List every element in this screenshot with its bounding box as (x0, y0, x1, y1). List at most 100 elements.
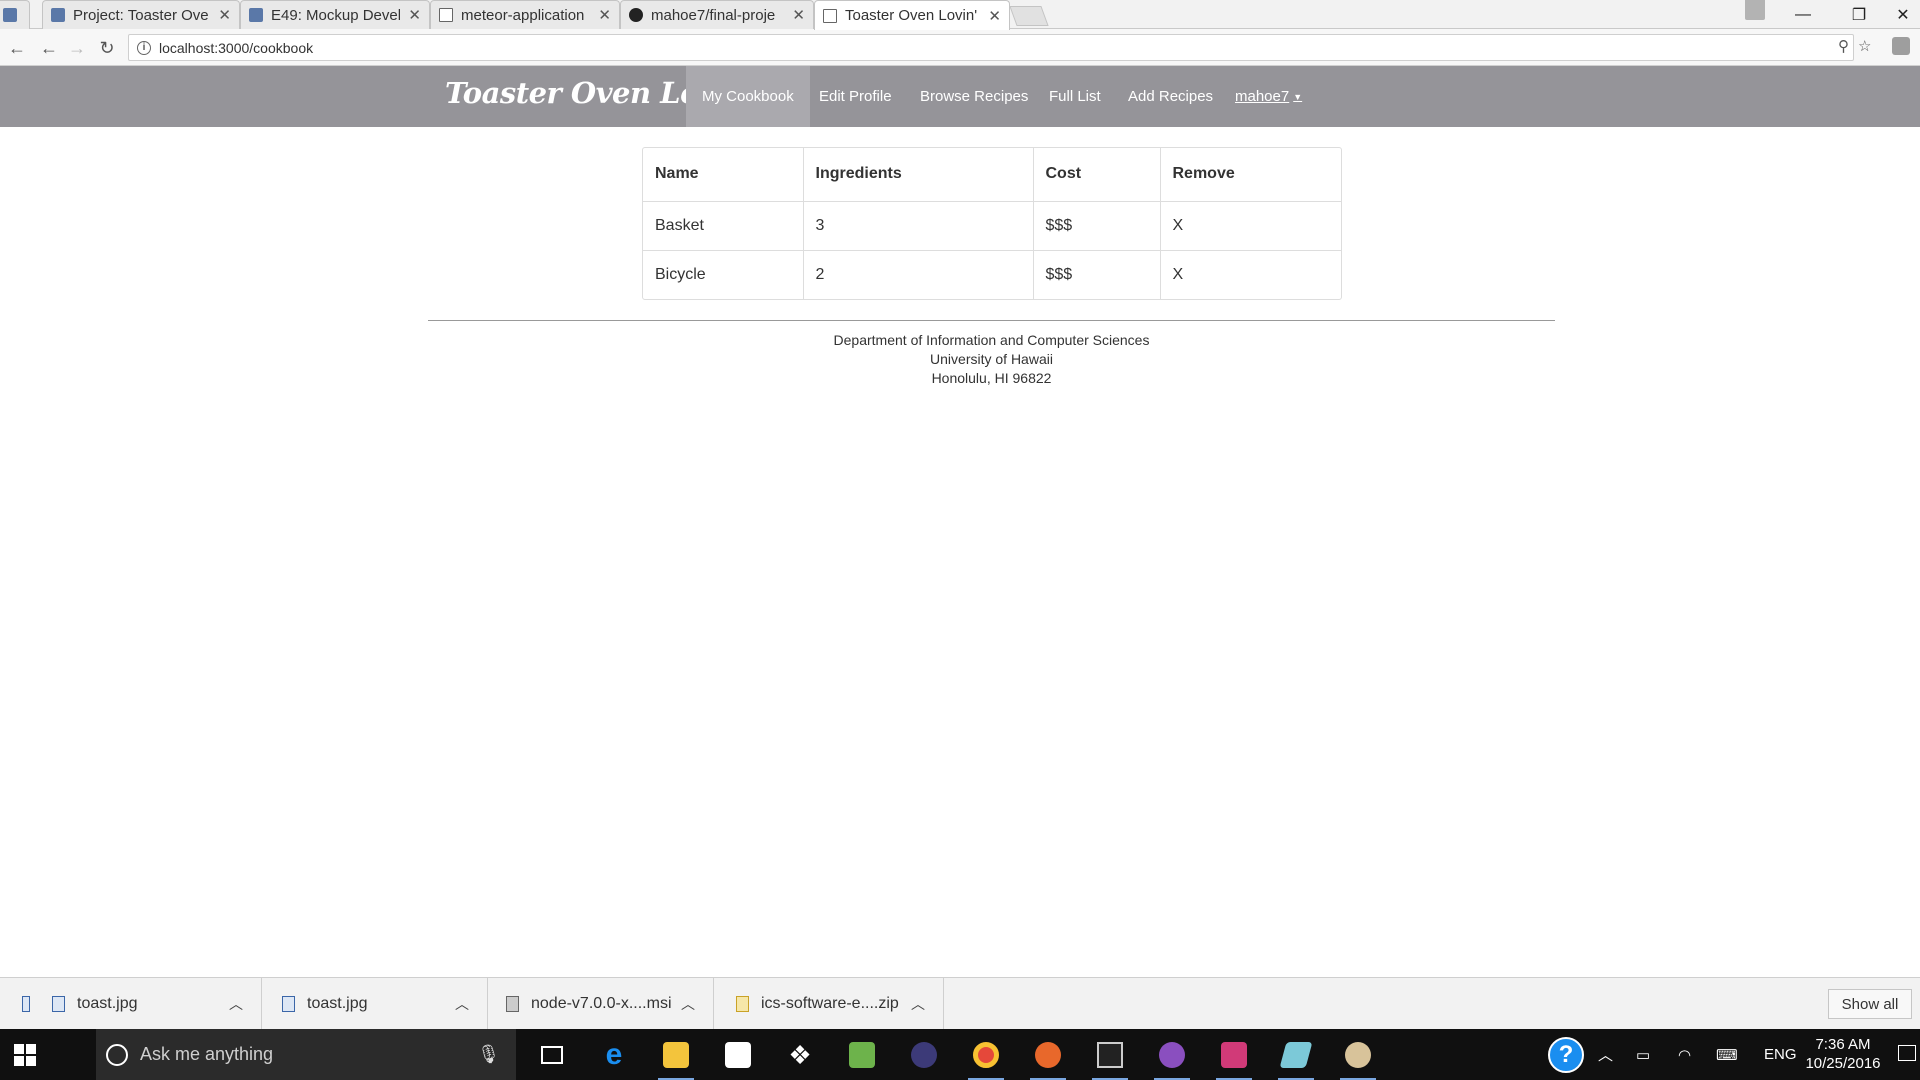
wifi-icon[interactable]: ◠ (1678, 1029, 1691, 1080)
minimize-icon[interactable]: — (1780, 0, 1826, 29)
nav-add-recipes[interactable]: Add Recipes (1112, 66, 1229, 127)
browser-tab-1[interactable]: Project: Toaster Ove ✕ (42, 0, 240, 29)
show-all-button[interactable]: Show all (1828, 989, 1912, 1019)
close-tab-icon[interactable]: ✕ (792, 6, 805, 24)
close-tab-icon[interactable]: ✕ (218, 6, 231, 24)
extension-icon[interactable] (1892, 37, 1910, 55)
zip-file-icon (736, 996, 749, 1012)
document-icon (439, 8, 453, 22)
profile-icon[interactable] (1745, 0, 1765, 20)
tab-title: meteor-application (461, 6, 585, 24)
chevron-up-icon[interactable]: ︿ (455, 994, 469, 1014)
chevron-up-icon[interactable]: ︿ (911, 994, 925, 1014)
column-header-cost: Cost (1033, 148, 1161, 202)
back-button-icon[interactable]: ← (38, 37, 60, 59)
language-indicator[interactable]: ENG (1764, 1029, 1797, 1080)
address-bar[interactable]: i localhost:3000/cookbook (128, 34, 1854, 61)
chevron-up-icon[interactable]: ︿ (229, 994, 243, 1014)
browser-tab-3[interactable]: meteor-application ✕ (430, 0, 620, 29)
remove-button[interactable]: X (1160, 201, 1341, 251)
username: mahoe7 (1235, 88, 1290, 105)
browser-tab-strip: Project: Toaster Ove ✕ E49: Mockup Devel… (0, 0, 1920, 30)
chevron-up-icon[interactable]: ︿ (681, 994, 695, 1014)
info-icon[interactable]: i (137, 40, 151, 55)
column-header-ingredients: Ingredients (803, 148, 1034, 202)
browser-tab-5-active[interactable]: Toaster Oven Lovin' ✕ (814, 0, 1010, 30)
tab-title: mahoe7/final-proje (651, 6, 776, 24)
download-shelf: toast.jpg ︿ toast.jpg ︿ node-v7.0.0-x...… (0, 977, 1920, 1030)
table-row: Basket 3 $$$ X (643, 201, 1341, 251)
store-icon[interactable] (720, 1037, 756, 1073)
close-tab-icon[interactable]: ✕ (598, 6, 611, 24)
firefox-icon[interactable] (1030, 1037, 1066, 1080)
close-window-icon[interactable]: ✕ (1886, 0, 1920, 29)
action-center-icon[interactable] (1898, 1045, 1916, 1061)
dropbox-icon[interactable]: ❖ (782, 1037, 818, 1073)
tab-title: Project: Toaster Ove (73, 6, 209, 24)
clock-time: 7:36 AM (1815, 1036, 1871, 1053)
file-explorer-icon[interactable] (658, 1037, 694, 1080)
intellij-icon[interactable] (1216, 1037, 1252, 1080)
close-tab-icon[interactable]: ✕ (988, 7, 1001, 25)
bookmark-star-icon[interactable]: ☆ (1858, 37, 1871, 55)
forward-arrow-icon[interactable]: → (66, 37, 88, 59)
new-tab-button[interactable] (1009, 6, 1049, 26)
cortana-search-box[interactable]: Ask me anything 🎙 (96, 1029, 516, 1080)
evernote-icon[interactable] (844, 1037, 880, 1073)
footer-university: University of Hawaii (930, 351, 1053, 367)
edge-browser-icon[interactable]: e (596, 1037, 632, 1073)
pin-icon[interactable]: ⚲ (1838, 37, 1849, 55)
file-icon (22, 996, 30, 1012)
terminal-icon[interactable] (1092, 1037, 1128, 1080)
notepad-icon[interactable] (1278, 1037, 1314, 1080)
nav-browse-recipes[interactable]: Browse Recipes (904, 66, 1044, 127)
ingredients-cell: 2 (803, 250, 1034, 299)
document-icon (823, 8, 837, 23)
page-footer: Department of Information and Computer S… (428, 331, 1555, 388)
pinned-tab[interactable] (0, 0, 30, 29)
nav-my-cookbook[interactable]: My Cookbook (686, 66, 810, 127)
tray-chevron-up-icon[interactable]: ︿ (1598, 1029, 1613, 1080)
column-header-name: Name (643, 148, 804, 202)
keyboard-icon[interactable]: ⌨ (1716, 1029, 1738, 1080)
recipe-name-cell: Basket (643, 201, 804, 251)
nav-edit-profile[interactable]: Edit Profile (803, 66, 908, 127)
app-navbar: Toaster Oven Lovin' My Cookbook Edit Pro… (0, 66, 1920, 127)
task-view-icon[interactable] (534, 1037, 570, 1073)
footer-divider (428, 320, 1555, 321)
paint-icon[interactable] (1340, 1037, 1376, 1080)
download-item[interactable]: node-v7.0.0-x....msi ︿ (488, 978, 714, 1030)
table-header-row: Name Ingredients Cost Remove (643, 148, 1341, 202)
download-filename: toast.jpg (77, 995, 138, 1012)
battery-icon[interactable]: ▭ (1636, 1029, 1650, 1080)
recipe-name-cell: Bicycle (643, 250, 804, 299)
close-tab-icon[interactable]: ✕ (408, 6, 421, 24)
restore-icon[interactable]: ❐ (1836, 0, 1882, 29)
windows-start-icon[interactable] (14, 1044, 36, 1066)
eclipse-icon[interactable] (906, 1037, 942, 1073)
github-desktop-icon[interactable] (1154, 1037, 1190, 1080)
user-dropdown[interactable]: mahoe7 ▼ (1219, 66, 1318, 127)
help-icon[interactable]: ? (1548, 1029, 1584, 1080)
caret-down-icon: ▼ (1293, 91, 1303, 102)
tab-title: E49: Mockup Develo (271, 6, 401, 24)
windows-taskbar: Ask me anything 🎙 e ❖ ? ︿ ▭ ◠ ⌨ ENG 7:36… (0, 1029, 1920, 1080)
reload-icon[interactable]: ↻ (96, 37, 118, 59)
remove-button[interactable]: X (1160, 250, 1341, 299)
back-arrow-icon[interactable]: ← (6, 37, 28, 59)
chrome-icon[interactable] (968, 1037, 1004, 1080)
cost-cell: $$$ (1033, 201, 1161, 251)
tab-title: Toaster Oven Lovin' (845, 7, 978, 24)
microphone-icon[interactable]: 🎙 (477, 1044, 500, 1065)
download-item[interactable]: toast.jpg ︿ (262, 978, 488, 1030)
browser-tab-4[interactable]: mahoe7/final-proje ✕ (620, 0, 814, 29)
system-clock[interactable]: 7:36 AM 10/25/2016 (1802, 1035, 1884, 1073)
app-icon (3, 8, 17, 22)
clock-date: 10/25/2016 (1805, 1055, 1881, 1072)
browser-tab-2[interactable]: E49: Mockup Develo ✕ (240, 0, 430, 29)
download-item[interactable]: ics-software-e....zip ︿ (714, 978, 944, 1030)
download-item[interactable]: toast.jpg ︿ (0, 978, 262, 1030)
nav-full-list[interactable]: Full List (1033, 66, 1117, 127)
blue-app-icon (51, 8, 65, 22)
cookbook-table: Name Ingredients Cost Remove Basket 3 $$… (642, 147, 1342, 300)
